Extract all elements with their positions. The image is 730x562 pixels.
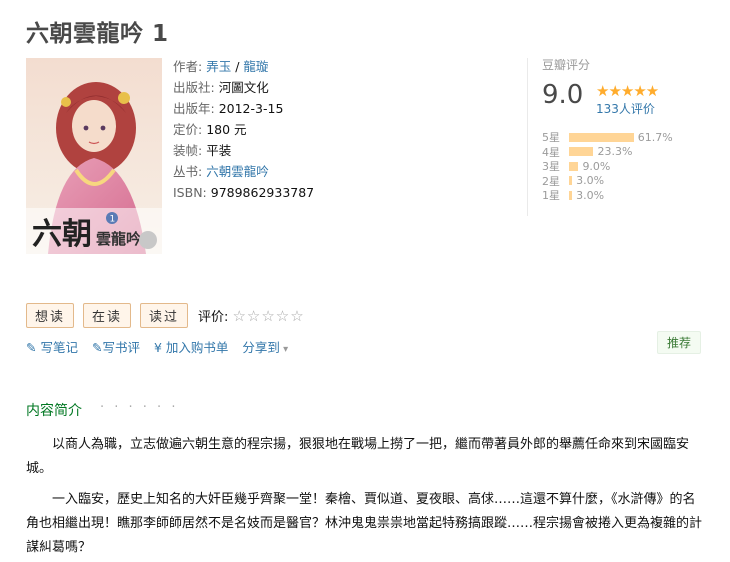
series-row: 丛书: 六朝雲龍吟 — [173, 161, 314, 182]
rating-distribution-row: 1星 3.0% — [542, 188, 673, 203]
cover-logo-text: 六朝 — [32, 217, 92, 252]
cover-volume-badge: 1 — [110, 215, 116, 225]
have-read-button[interactable]: 读过 — [140, 303, 189, 328]
year-label: 出版年: — [173, 101, 215, 116]
cover-logo-subtitle: 雲龍吟 — [96, 230, 141, 248]
author-link-1[interactable]: 弄玉 — [206, 59, 231, 74]
write-note-link[interactable]: ✎ 写笔记 — [26, 337, 78, 356]
publisher-label: 出版社: — [173, 80, 215, 95]
rating-percent: 23.3% — [597, 145, 633, 159]
price-row: 定价: 180 元 — [173, 119, 314, 140]
rating-label: 豆瓣评分 — [542, 58, 591, 72]
author-label: 作者: — [173, 59, 203, 74]
publisher-row: 出版社: 河圖文化 — [173, 77, 314, 98]
price-value: 180 元 — [206, 122, 247, 137]
publisher-value: 河圖文化 — [218, 80, 269, 95]
isbn-label: ISBN: — [173, 185, 207, 200]
intro-section-title: 内容简介 — [26, 403, 82, 419]
rating-distribution-row: 4星 23.3% — [542, 145, 673, 160]
rating-distribution: 5星 61.7% 4星 23.3% 3星 9.0% 2星 3.0% 1星 3.0% — [542, 130, 673, 203]
rating-distribution-row: 2星 3.0% — [542, 174, 673, 189]
recommend-button[interactable]: 推荐 — [657, 331, 702, 354]
share-label: 分享到 — [242, 340, 280, 355]
chevron-down-icon: ▾ — [279, 344, 289, 355]
isbn-row: ISBN: 9789862933787 — [173, 182, 314, 203]
reading-button[interactable]: 在读 — [83, 303, 132, 328]
binding-value: 平装 — [206, 143, 232, 158]
action-links: ✎ 写笔记 ✎写书评 ¥ 加入购书单 分享到 ▾ — [26, 337, 302, 356]
rate-label: 评价: — [198, 310, 229, 325]
rating-stars-icon: ★★★★★ — [596, 82, 659, 100]
add-to-cart-label: 加入购书单 — [165, 340, 229, 355]
want-to-read-button[interactable]: 想读 — [26, 303, 75, 328]
rating-percent: 61.7% — [637, 130, 673, 144]
author-link-2[interactable]: 龍璇 — [243, 59, 268, 74]
rating-bar — [569, 161, 579, 171]
action-bar: 想读 在读 读过 评价: ☆☆☆☆☆ — [26, 303, 305, 328]
price-label: 定价: — [173, 122, 203, 137]
rating-score: 9.0 — [542, 80, 584, 110]
write-review-label: 写书评 — [102, 340, 140, 355]
write-note-label: 写笔记 — [40, 340, 78, 355]
intro-paragraph-1: 以商人為職，立志做遍六朝生意的程宗揚，狠狠地在戰場上撈了一把，繼而帶著員外郎的舉… — [26, 437, 690, 476]
rating-bar — [569, 147, 594, 157]
intro-section-dots: · · · · · · — [100, 400, 179, 415]
yen-icon: ¥ — [153, 340, 162, 355]
write-review-link[interactable]: ✎写书评 — [92, 337, 140, 356]
rating-bar — [569, 176, 573, 186]
rating-percent: 3.0% — [576, 188, 605, 202]
rating-bar — [569, 132, 634, 142]
author-row: 作者: 弄玉 / 龍璇 — [173, 56, 314, 77]
book-title: 六朝雲龍吟 1 — [26, 21, 169, 47]
series-label: 丛书: — [173, 164, 203, 179]
series-link[interactable]: 六朝雲龍吟 — [206, 164, 269, 179]
intro-paragraph-2: 一入臨安，歷史上知名的大奸臣幾乎齊聚一堂！秦檜、賈似道、夏夜眼、高俅……這還不算… — [26, 492, 703, 555]
pencil-icon: ✎ — [91, 340, 103, 355]
isbn-value: 9789862933787 — [210, 185, 315, 200]
rating-distribution-row: 3星 9.0% — [542, 159, 673, 174]
rating-star-label: 1星 — [542, 189, 560, 203]
book-cover-image[interactable]: 六朝 雲龍吟 1 — [26, 58, 162, 254]
rating-percent: 3.0% — [576, 174, 605, 188]
rate-stars-input[interactable]: ☆☆☆☆☆ — [232, 307, 304, 325]
add-to-cart-link[interactable]: ¥ 加入购书单 — [154, 337, 228, 356]
year-value: 2012-3-15 — [218, 101, 284, 116]
binding-label: 装帧: — [173, 143, 203, 158]
vertical-divider — [527, 58, 528, 216]
share-link[interactable]: 分享到 ▾ — [242, 337, 288, 356]
binding-row: 装帧: 平装 — [173, 140, 314, 161]
pencil-icon: ✎ — [26, 340, 41, 355]
rating-distribution-row: 5星 61.7% — [542, 130, 673, 145]
book-info: 作者: 弄玉 / 龍璇 出版社: 河圖文化 出版年: 2012-3-15 定价:… — [173, 56, 314, 203]
year-row: 出版年: 2012-3-15 — [173, 98, 314, 119]
rating-percent: 9.0% — [582, 159, 611, 173]
rating-panel: 豆瓣评分 9.0 ★★★★★ 133人评价 5星 61.7% 4星 23.3% 3星 9.… — [542, 56, 673, 202]
author-separator: / — [231, 59, 244, 74]
rating-bar — [569, 190, 573, 200]
rating-votes-link[interactable]: 133人评价 — [596, 100, 655, 117]
